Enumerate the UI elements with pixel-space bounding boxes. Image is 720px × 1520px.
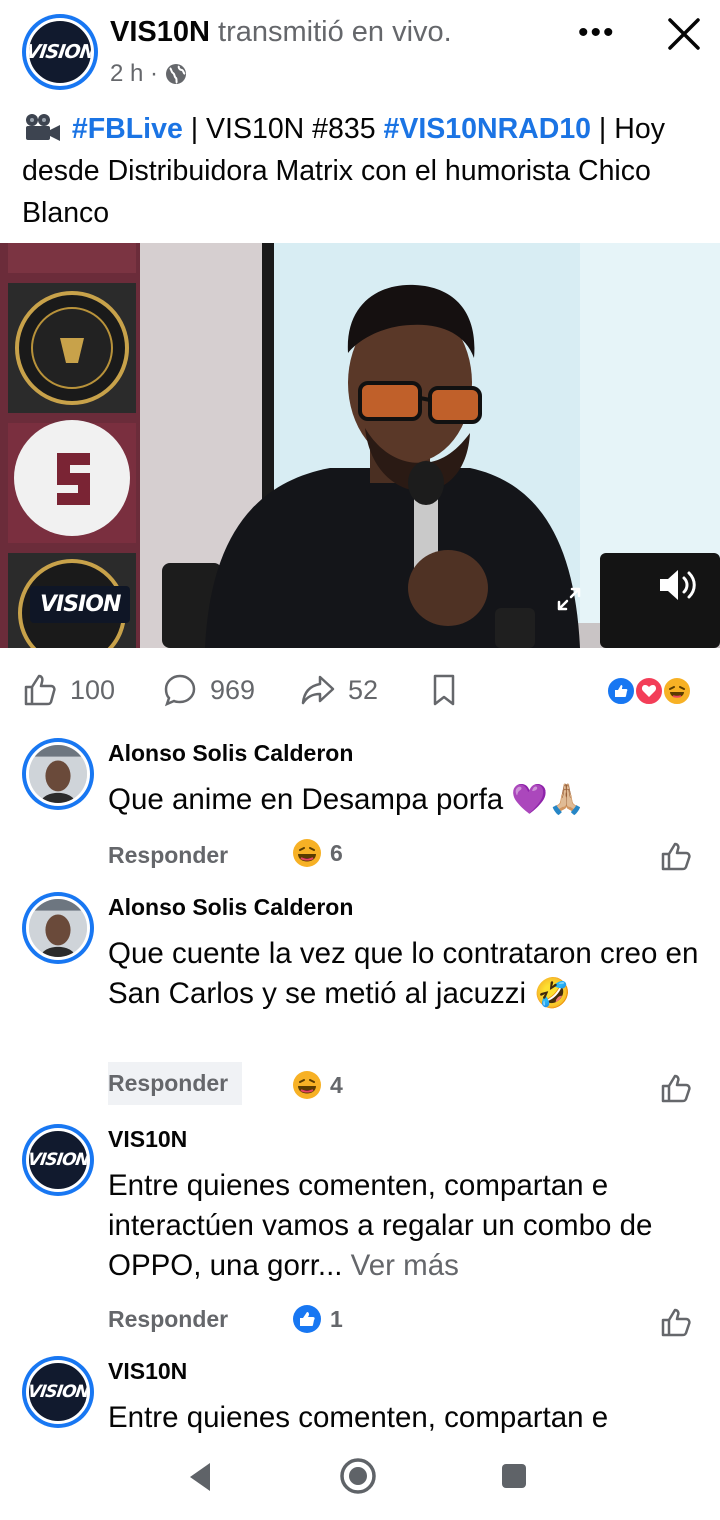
like-outline-icon[interactable] bbox=[660, 1306, 692, 1338]
movie-camera-icon bbox=[26, 114, 60, 141]
post-author-line: VIS10N transmitió en vivo. bbox=[110, 16, 452, 49]
comment-reaction[interactable]: 4 bbox=[292, 1070, 343, 1100]
video-watermark-logo: VISION bbox=[30, 586, 131, 623]
commenter-photo bbox=[26, 896, 90, 960]
hashtag-vis10nrad10[interactable]: #VIS10NRAD10 bbox=[384, 113, 592, 145]
post-meta: 2 h · bbox=[110, 60, 188, 88]
comment-text: Entre quienes comenten, compartan e inte… bbox=[108, 1166, 708, 1286]
commenter-avatar[interactable]: VISION bbox=[22, 1124, 94, 1196]
share-button[interactable]: 52 bbox=[300, 665, 378, 715]
commenter-name[interactable]: Alonso Solis Calderon bbox=[108, 894, 353, 921]
reply-button[interactable]: Responder bbox=[108, 1306, 228, 1333]
reaction-count: 6 bbox=[330, 839, 343, 866]
more-options-icon[interactable]: ••• bbox=[578, 18, 618, 48]
page-avatar[interactable]: VISION bbox=[22, 14, 98, 90]
love-reaction-icon bbox=[634, 676, 664, 706]
live-video-player[interactable]: VISION bbox=[0, 243, 720, 648]
haha-reaction-icon bbox=[662, 676, 692, 706]
page-avatar-image: VISION bbox=[26, 1360, 90, 1424]
page-name[interactable]: VIS10N bbox=[110, 16, 210, 48]
like-count: 100 bbox=[70, 674, 116, 705]
comment-text: Que anime en Desampa porfa 💜🙏🏼 bbox=[108, 783, 585, 816]
commenter-photo bbox=[26, 742, 90, 806]
commenter-avatar[interactable]: VISION bbox=[22, 1356, 94, 1428]
reaction-summary[interactable] bbox=[606, 676, 696, 706]
vision-logo: VISION bbox=[26, 1150, 90, 1170]
like-button[interactable]: 100 bbox=[22, 665, 115, 715]
reaction-count: 4 bbox=[330, 1071, 343, 1098]
like-outline-icon bbox=[24, 674, 56, 706]
watermark-text: VISION bbox=[40, 592, 121, 617]
commenter-avatar[interactable] bbox=[22, 892, 94, 964]
commenter-name[interactable]: VIS10N bbox=[108, 1126, 187, 1153]
globe-icon bbox=[166, 64, 187, 84]
like-icon bbox=[293, 1305, 321, 1333]
vision-logo: VISION bbox=[26, 41, 94, 63]
comment-text: Entre quienes comenten, compartan e bbox=[108, 1401, 609, 1434]
like-outline-icon[interactable] bbox=[660, 1072, 692, 1104]
reply-button[interactable]: Responder bbox=[108, 1062, 243, 1105]
post-time[interactable]: 2 h · bbox=[110, 60, 158, 88]
comment-text: Que cuente la vez que lo contrataron cre… bbox=[108, 937, 699, 1010]
reply-button[interactable]: Responder bbox=[108, 842, 228, 869]
comment-button[interactable]: 969 bbox=[162, 665, 255, 715]
fullscreen-icon[interactable] bbox=[556, 586, 582, 612]
save-button[interactable] bbox=[426, 665, 462, 715]
page-avatar-image: VISION bbox=[26, 18, 94, 86]
comment-reaction[interactable]: 6 bbox=[292, 838, 343, 868]
comment-icon bbox=[164, 674, 196, 707]
post-caption: #FBLive | VIS10N #835 #VIS10NRAD10 | Hoy… bbox=[22, 108, 702, 234]
see-more-link[interactable]: Ver más bbox=[342, 1249, 459, 1282]
commenter-name[interactable]: VIS10N bbox=[108, 1358, 187, 1385]
live-action-text: transmitió en vivo. bbox=[218, 16, 452, 48]
close-icon[interactable] bbox=[664, 14, 704, 54]
bookmark-icon bbox=[433, 674, 455, 706]
like-reaction-icon bbox=[606, 676, 636, 706]
reaction-count: 1 bbox=[330, 1305, 343, 1332]
share-icon bbox=[301, 675, 335, 705]
post-header: VISION VIS10N transmitió en vivo. 2 h · … bbox=[0, 0, 720, 100]
page-avatar-image: VISION bbox=[26, 1128, 90, 1192]
commenter-avatar[interactable] bbox=[22, 738, 94, 810]
home-icon[interactable] bbox=[338, 1456, 378, 1496]
vision-logo: VISION bbox=[26, 1382, 90, 1402]
grinning-emoji-icon bbox=[293, 1071, 321, 1099]
share-count: 52 bbox=[348, 674, 379, 705]
grinning-emoji-icon bbox=[293, 839, 321, 867]
hashtag-fblive[interactable]: #FBLive bbox=[72, 113, 183, 145]
back-icon[interactable] bbox=[186, 1460, 214, 1494]
commenter-name[interactable]: Alonso Solis Calderon bbox=[108, 740, 353, 767]
caption-mid: | VIS10N #835 bbox=[182, 113, 384, 145]
comment-count: 969 bbox=[210, 674, 256, 705]
like-outline-icon[interactable] bbox=[660, 840, 692, 872]
recent-apps-icon[interactable] bbox=[500, 1462, 528, 1490]
comment-reaction[interactable]: 1 bbox=[292, 1304, 343, 1334]
volume-icon[interactable] bbox=[656, 565, 702, 605]
